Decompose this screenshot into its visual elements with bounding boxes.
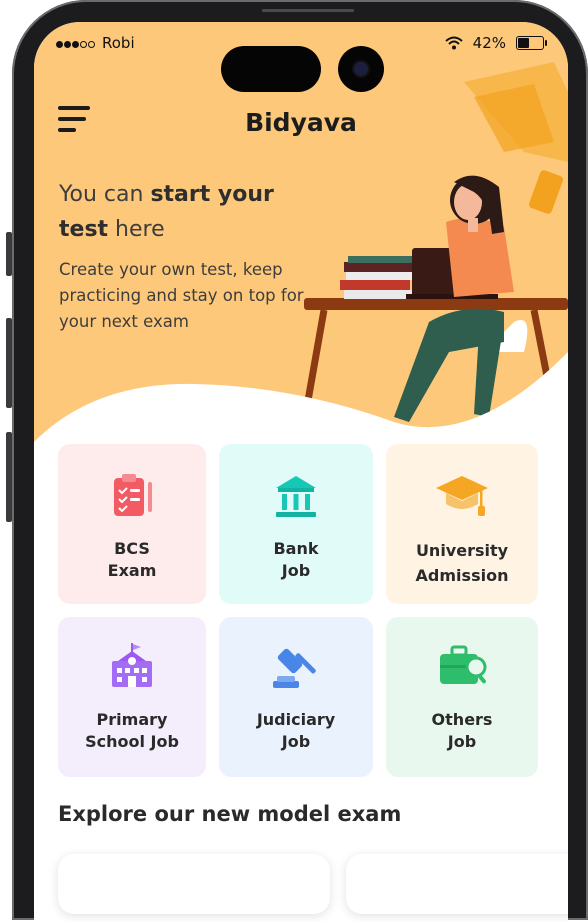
category-card-primary-school-job[interactable]: Primary School Job — [58, 617, 206, 777]
app-title: Bidyava — [245, 108, 357, 137]
battery-percent: 42% — [472, 34, 506, 52]
category-card-judiciary-job[interactable]: Judiciary Job — [219, 617, 373, 777]
carrier-name: Robi — [102, 34, 135, 52]
school-building-icon — [112, 643, 152, 687]
category-label-bank-job: Bank Job — [273, 539, 319, 580]
category-label-others-job: Others Job — [431, 710, 493, 751]
status-right: 42% — [444, 34, 547, 52]
front-camera — [338, 46, 384, 92]
hero-subtext: Create your own test, keep practicing an… — [59, 260, 304, 331]
model-exam-card[interactable] — [346, 854, 568, 914]
side-button-silent — [6, 232, 12, 276]
antenna-line — [262, 9, 354, 12]
dynamic-island — [221, 46, 321, 92]
signal-dots-icon — [56, 34, 96, 52]
category-card-bcs-exam[interactable]: BCS Exam — [58, 444, 206, 604]
bank-building-icon — [276, 476, 316, 517]
gavel-icon — [273, 648, 316, 688]
briefcase-search-icon — [440, 645, 487, 684]
phone-screen: Robi 42% Bidyava You can start your test … — [34, 22, 568, 922]
side-button-volume-down — [6, 432, 12, 522]
battery-icon — [516, 36, 547, 50]
category-card-bank-job[interactable]: Bank Job — [219, 444, 373, 604]
side-button-volume-up — [6, 318, 12, 408]
category-label-bcs-exam: BCS Exam — [107, 539, 157, 580]
category-label-university-admission: University Admission — [415, 541, 509, 585]
explore-section-title: Explore our new model exam — [58, 802, 402, 826]
category-card-others-job[interactable]: Others Job — [386, 617, 538, 777]
model-exam-card[interactable] — [58, 854, 330, 914]
carrier-info: Robi — [56, 34, 135, 52]
graduation-cap-icon — [436, 476, 488, 516]
category-label-primary-school-job: Primary School Job — [85, 710, 179, 751]
hero-headline: You can start your test here — [59, 182, 274, 242]
category-card-university-admission[interactable]: University Admission — [386, 444, 538, 604]
wifi-icon — [444, 36, 463, 50]
category-label-judiciary-job: Judiciary Job — [256, 710, 336, 751]
clipboard-checklist-icon — [114, 474, 152, 516]
